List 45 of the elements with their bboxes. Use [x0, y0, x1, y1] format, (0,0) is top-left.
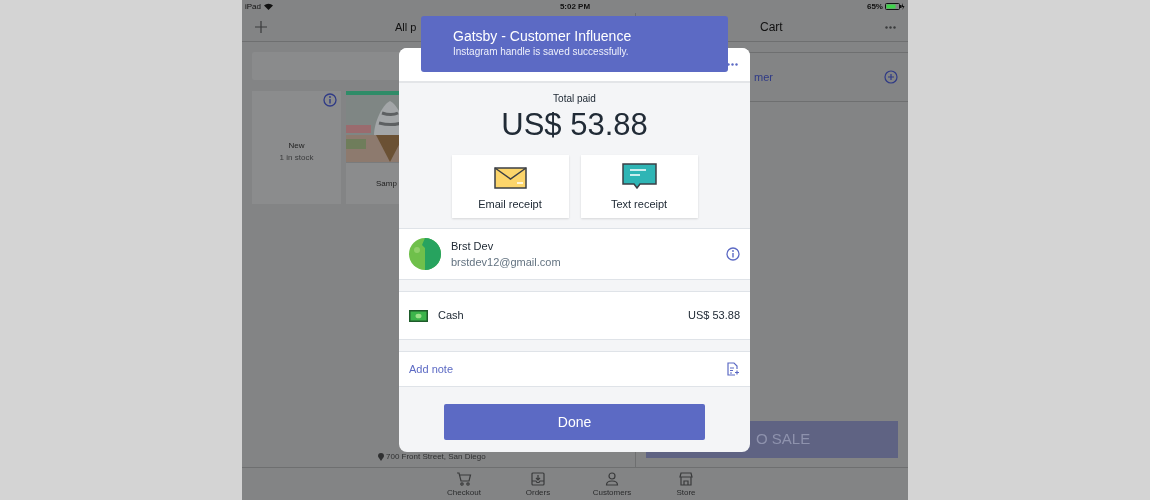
toast-message: Instagram handle is saved successfully. — [453, 45, 630, 58]
tab-bar-item[interactable]: Store — [663, 471, 709, 500]
device-name: iPad — [245, 0, 261, 13]
inbox-icon — [530, 471, 546, 487]
add-circle-icon[interactable] — [884, 70, 898, 84]
status-time: 5:02 PM — [559, 0, 591, 13]
battery-icon — [885, 3, 905, 10]
plus-icon[interactable] — [255, 21, 267, 33]
product-name: New — [288, 139, 305, 152]
cash-icon — [409, 309, 428, 322]
product-name: Samp — [376, 177, 397, 190]
more-icon[interactable] — [885, 25, 896, 29]
battery-percent: 65% — [866, 0, 883, 13]
total-label: Total paid — [553, 92, 596, 106]
store-icon — [678, 471, 694, 487]
add-customer-link[interactable]: mer — [754, 68, 773, 86]
info-icon[interactable] — [726, 247, 740, 261]
customer-name: Brst Dev — [451, 238, 495, 254]
info-icon[interactable] — [323, 93, 337, 107]
products-title: All p — [395, 19, 417, 35]
customer-email: brstdev12@gmail.com — [451, 255, 562, 270]
cart-icon — [456, 471, 472, 487]
tab-bar-item[interactable]: Checkout — [441, 471, 487, 500]
product-tile[interactable]: New 1 in stock — [252, 91, 341, 204]
note-add-icon[interactable] — [726, 362, 740, 376]
envelope-icon — [493, 166, 527, 189]
payment-method: Cash — [438, 308, 465, 324]
message-icon — [621, 162, 657, 189]
person-icon — [604, 471, 620, 487]
add-note-link[interactable]: Add note — [409, 360, 454, 378]
store-address: 700 Front Street, San Diego — [386, 451, 486, 463]
avatar-icon — [409, 238, 441, 270]
wifi-icon — [264, 3, 273, 10]
stock-count: 1 in stock — [279, 151, 314, 164]
payment-amount: US$ 53.88 — [688, 308, 740, 324]
total-amount: US$ 53.88 — [501, 106, 648, 144]
done-button[interactable]: Done — [444, 404, 705, 440]
receipt-button[interactable]: Email receipt — [451, 155, 569, 218]
more-icon[interactable] — [727, 63, 738, 66]
tab-bar-item[interactable]: Customers — [589, 471, 635, 500]
toast-title: Gatsby - Customer Influence — [453, 28, 633, 45]
tab-bar-item[interactable]: Orders — [515, 471, 561, 500]
cart-title: Cart — [760, 19, 783, 36]
receipt-button[interactable]: Text receipt — [580, 155, 698, 218]
location-pin-icon — [378, 453, 384, 461]
